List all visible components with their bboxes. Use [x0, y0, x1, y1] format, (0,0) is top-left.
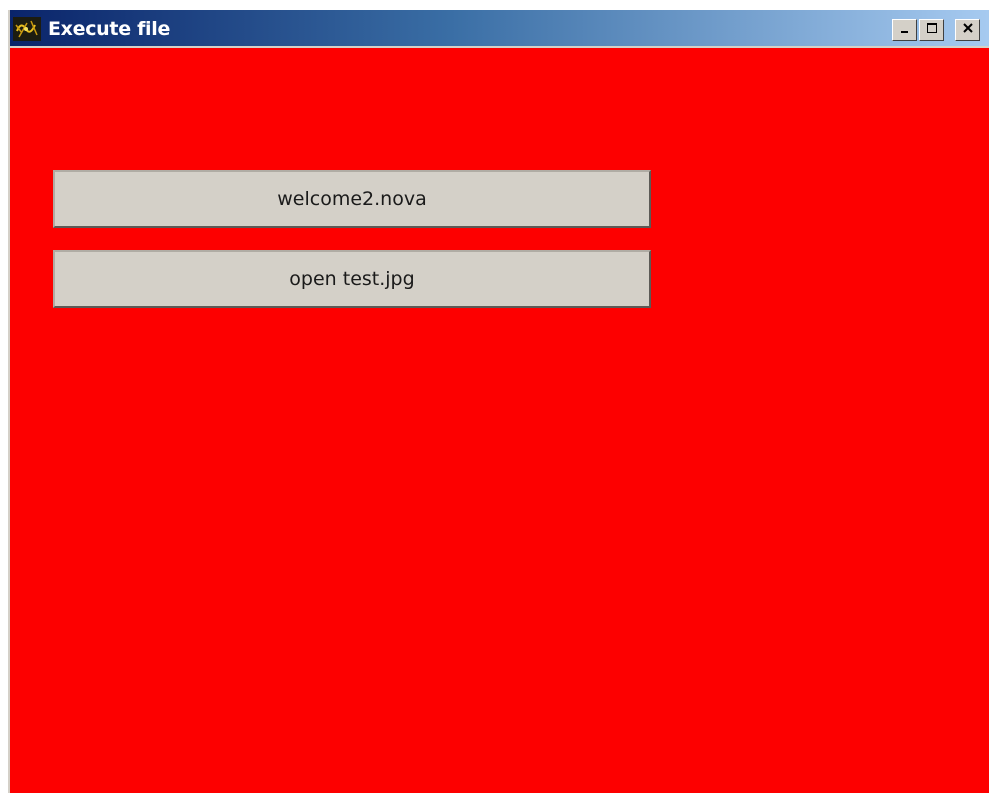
java-cup-icon[interactable]: [13, 17, 41, 41]
minimize-button[interactable]: [892, 19, 917, 41]
close-button[interactable]: [955, 19, 980, 41]
execute-file-window: Execute file welcome2.nova open test.jpg: [8, 10, 989, 793]
welcome2-nova-button[interactable]: welcome2.nova: [53, 170, 651, 228]
window-title: Execute file: [48, 18, 171, 40]
maximize-icon: [926, 21, 938, 39]
title-bar[interactable]: Execute file: [10, 10, 989, 48]
maximize-button[interactable]: [919, 19, 944, 41]
open-test-jpg-button[interactable]: open test.jpg: [53, 250, 651, 308]
close-icon: [962, 21, 974, 39]
minimize-icon: [899, 21, 911, 39]
